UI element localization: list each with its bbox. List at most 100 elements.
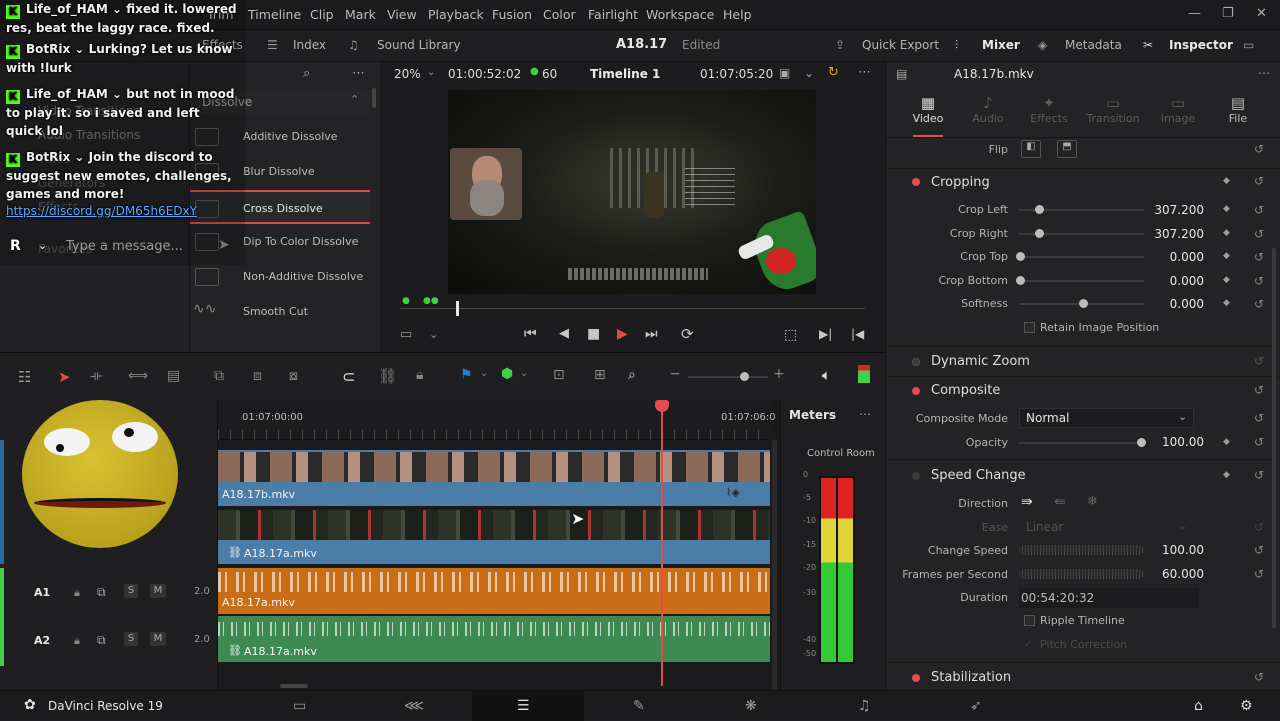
go-to-start-icon[interactable]: ⏮ [524,326,537,342]
a1-solo-button[interactable]: S [124,584,138,598]
reset-icon[interactable]: ↺ [1254,435,1264,449]
edit-page-icon[interactable]: ☰ [517,698,530,714]
a2-lock-icon[interactable]: 🔒︎ [74,634,80,648]
opacity-value[interactable]: 100.00 [1144,435,1204,449]
viewer-more-icon[interactable]: ⋯ [858,65,871,80]
menu-workspace[interactable]: Workspace [646,7,714,22]
stop-icon[interactable]: ■ [587,326,600,342]
menu-help[interactable]: Help [723,7,752,22]
tab-audio[interactable]: ♪ Audio [968,94,1008,125]
v2-fx-icon[interactable]: ⌇◈ [726,486,740,499]
crop-slider-knob[interactable] [1016,275,1025,285]
fx-non-additive-dissolve[interactable]: Non-Additive Dissolve [190,260,370,294]
sound-library-button[interactable]: Sound Library [377,38,461,52]
reverse-direction-icon[interactable]: ⇚ [1054,494,1066,510]
loop-icon[interactable]: ⟳ [681,325,694,343]
tab-video[interactable]: ▦ Video [908,94,948,125]
reset-icon[interactable]: ↺ [1254,543,1264,557]
flag-dropdown-icon[interactable]: ⌄ [480,368,488,379]
zoom-slider[interactable] [688,376,768,378]
position-lock-icon[interactable]: 🔒︎ [416,367,423,383]
keyframe-icon[interactable]: ◆ [1223,204,1230,214]
quick-export-button[interactable]: Quick Export [862,38,939,52]
flip-horizontal-icon[interactable]: ◧ [1021,140,1041,158]
reset-icon[interactable]: ↺ [1254,670,1264,684]
menu-playback[interactable]: Playback [428,7,484,22]
fx-smooth-cut[interactable]: ∿∿ Smooth Cut [190,295,370,329]
mixer-button[interactable]: Mixer [982,38,1020,52]
stabilization-header[interactable]: Stabilization [931,670,1011,685]
scrubber-playhead[interactable] [455,301,459,316]
chat-link[interactable]: https://discord.gg/DM65h6EDxY [6,202,238,220]
metadata-button[interactable]: Metadata [1065,38,1122,52]
composite-enable-toggle[interactable] [912,387,920,395]
tab-file[interactable]: ▤ File [1216,94,1260,125]
timeline-name[interactable]: Timeline 1 [590,67,660,81]
composite-mode-dropdown[interactable]: Normal ⌄ [1019,408,1194,428]
timeline-ruler[interactable]: 01:07:00:00 01:07:06:0 [218,400,776,440]
change-speed-dial[interactable] [1019,545,1144,555]
reset-icon[interactable]: ↺ [1254,274,1264,288]
menu-fairlight[interactable]: Fairlight [588,7,638,22]
reset-icon[interactable]: ↺ [1254,142,1264,156]
zoom-out-icon[interactable]: − [669,366,681,382]
reset-icon[interactable]: ↺ [1254,567,1264,581]
fps-dial[interactable] [1019,569,1144,579]
keyframe-icon[interactable]: ◆ [1223,437,1230,447]
marker-dropdown-icon[interactable]: ⌄ [520,368,528,379]
viewer-layout-dropdown-icon[interactable]: ⌄ [429,328,438,341]
a1-lock-icon[interactable]: 🔒︎ [74,586,80,600]
crop-row-value[interactable]: 307.200 [1144,227,1204,241]
replace-clip-icon[interactable]: ⧇ [289,368,298,384]
reset-icon[interactable]: ↺ [1254,297,1264,311]
v1-clip[interactable]: ⛓ A18.17a.mkv [218,510,770,564]
speed-change-header[interactable]: Speed Change [931,468,1026,483]
reset-icon[interactable]: ↺ [1254,227,1264,241]
viewer-layout-icon[interactable]: ▭ [400,327,412,342]
pitch-check-icon[interactable]: ✓ [1024,639,1032,650]
inspector-button[interactable]: Inspector [1169,38,1233,52]
scrubber-track[interactable] [400,308,865,309]
menu-clip[interactable]: Clip [310,7,334,22]
reset-icon[interactable]: ↺ [1254,411,1264,425]
fps-value[interactable]: 60.000 [1144,567,1204,581]
zoom-slider-knob[interactable] [740,372,749,381]
play-reverse-icon[interactable]: ◀ [559,326,569,341]
fusion-page-icon[interactable]: ✎ [633,698,645,714]
cut-page-icon[interactable]: ⋘ [404,698,424,714]
chat-avatar-dropdown-icon[interactable]: ⌄ [38,239,47,252]
ease-dropdown[interactable]: Linear ⌄ [1019,517,1194,537]
view-options-icon[interactable]: ▣ [779,66,790,80]
audio-meter-icon[interactable] [858,365,870,383]
a1-mute-button[interactable]: M [150,584,166,598]
trim-tool-icon[interactable]: ⟛ [90,368,103,384]
minimize-icon[interactable]: — [1188,6,1201,21]
cropping-header[interactable]: Cropping [931,175,990,190]
menu-color[interactable]: Color [543,7,576,22]
chat-avatar[interactable]: R [10,238,21,254]
crop-row-value[interactable]: 0.000 [1144,250,1204,264]
speed-change-toggle[interactable] [912,472,920,480]
forward-direction-icon[interactable]: ⇛ [1021,494,1033,510]
dynamic-zoom-header[interactable]: Dynamic Zoom [931,354,1030,369]
crop-row-value[interactable]: 0.000 [1144,297,1204,311]
speaker-icon[interactable]: 🔈︎ [822,366,831,384]
chat-input[interactable]: Type a message... [66,239,183,254]
a1-clip[interactable]: A18.17a.mkv [218,568,770,614]
v2-clip[interactable]: A18.17b.mkv ⌇◈ [218,450,770,506]
timeline-playhead[interactable] [661,406,663,686]
zoom-detail-icon[interactable]: ⊞ [594,367,606,383]
fairlight-page-icon[interactable]: ♫ [858,698,871,714]
color-page-icon[interactable]: ❋ [745,698,757,714]
tab-image[interactable]: ▭ Image [1156,94,1200,125]
deliver-page-icon[interactable]: ➶ [970,698,982,714]
cropping-enable-toggle[interactable] [912,178,920,186]
marker-icon[interactable]: ⬢ [501,366,513,382]
close-icon[interactable]: ✕ [1256,6,1267,21]
composite-header[interactable]: Composite [931,383,1000,398]
fullscreen-icon[interactable]: ▭ [1243,38,1254,52]
reset-icon[interactable]: ↺ [1254,203,1264,217]
timeline-vscroll[interactable] [772,440,777,690]
a2-mute-button[interactable]: M [150,632,166,646]
flip-vertical-icon[interactable]: ⬒ [1057,140,1077,158]
